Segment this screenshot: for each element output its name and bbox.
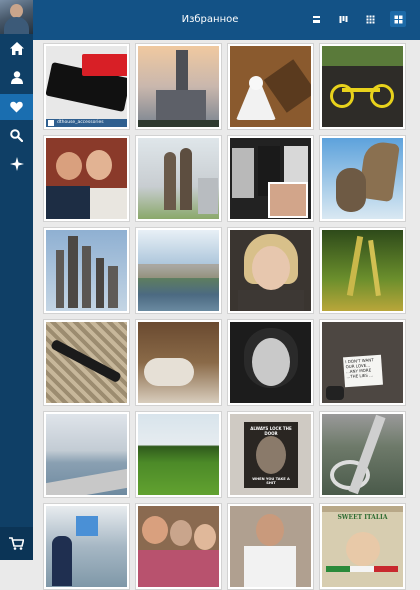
photo-girls-toy: [138, 506, 219, 587]
heart-icon: [10, 101, 23, 113]
photo-tile[interactable]: [43, 319, 130, 406]
photo-tile[interactable]: [135, 227, 222, 314]
photo-waterfront: [46, 414, 127, 495]
photo-yellow-bike: [322, 46, 403, 127]
photo-beach-people: [46, 506, 127, 587]
photo-tile[interactable]: [319, 227, 406, 314]
photo-tile[interactable]: [43, 411, 130, 498]
tin-text: SWEET ITALIA: [337, 514, 388, 521]
photo-people-event: [230, 138, 311, 219]
sidebar-item-explore[interactable]: [0, 151, 33, 177]
sidebar-item-profile[interactable]: [0, 64, 33, 90]
photo-city-view: [138, 230, 219, 311]
photo-tile[interactable]: [43, 135, 130, 222]
photo-caption: dthouse_accessories: [46, 119, 127, 127]
view-grid-small-button[interactable]: [362, 11, 378, 27]
photo-tile[interactable]: [43, 227, 130, 314]
photo-green-field: [138, 414, 219, 495]
photo-tile[interactable]: [135, 43, 222, 130]
photo-note-on-wall: I DON'T WANT OUR LOVE... ...ANY MORE ...…: [322, 322, 403, 403]
photo-tile[interactable]: [135, 503, 222, 590]
photo-bw-portrait: [230, 322, 311, 403]
profile-icon: [10, 70, 23, 84]
photo-tile[interactable]: [319, 411, 406, 498]
view-list-icon: [312, 15, 320, 23]
photo-tile[interactable]: [227, 43, 314, 130]
photo-tile[interactable]: [227, 227, 314, 314]
view-list-button[interactable]: [308, 11, 324, 27]
photo-grid: dthouse_accessories I DON'T WANT OUR LOV…: [33, 40, 420, 590]
photo-knife: [46, 322, 127, 403]
poster-top-text: ALWAYS LOCK THE DOOR: [250, 426, 292, 436]
photo-tile[interactable]: I DON'T WANT OUR LOVE... ...ANY MORE ...…: [319, 319, 406, 406]
photo-couple-selfie: [46, 138, 127, 219]
photo-church: [138, 46, 219, 127]
photo-tile[interactable]: [227, 319, 314, 406]
photo-poster: ALWAYS LOCK THE DOOR WHEN YOU TAKE A SHI…: [230, 414, 311, 495]
sidebar-item-favorites[interactable]: [0, 94, 33, 120]
view-grid-large-icon: [394, 15, 402, 23]
photo-phone-case: dthouse_accessories: [46, 46, 127, 127]
explore-icon: [9, 157, 24, 171]
photo-tile[interactable]: [227, 503, 314, 590]
photo-tile[interactable]: [319, 43, 406, 130]
poster-bottom-text: WHEN YOU TAKE A SHIT: [252, 477, 290, 485]
photo-statues: [138, 138, 219, 219]
photo-tile[interactable]: [319, 135, 406, 222]
view-grid-large-button[interactable]: [390, 11, 406, 27]
photo-tile[interactable]: SWEET ITALIA: [319, 503, 406, 590]
photo-tile[interactable]: [227, 135, 314, 222]
sidebar-item-search[interactable]: [0, 122, 33, 148]
home-icon: [9, 41, 24, 55]
photo-shuttlecock: [230, 46, 311, 127]
sidebar-item-home[interactable]: [0, 35, 33, 61]
photo-library-pillow: [138, 322, 219, 403]
photo-note-text: I DON'T WANT OUR LOVE... ...ANY MORE ...…: [342, 354, 384, 388]
photo-tile[interactable]: dthouse_accessories: [43, 43, 130, 130]
photo-tile[interactable]: [135, 319, 222, 406]
avatar-head: [10, 4, 23, 18]
photo-angel-statue: [322, 138, 403, 219]
photo-plants: [322, 230, 403, 311]
page-title: Избранное: [181, 14, 239, 25]
view-columns-button[interactable]: [335, 11, 351, 27]
avatar-body: [4, 17, 29, 34]
photo-italia-tin: SWEET ITALIA: [322, 506, 403, 587]
photo-tile[interactable]: [135, 411, 222, 498]
photo-tile[interactable]: [43, 503, 130, 590]
photo-monument: [46, 230, 127, 311]
cart-button[interactable]: [0, 527, 33, 560]
photo-highway: [322, 414, 403, 495]
photo-tile[interactable]: [135, 135, 222, 222]
photo-tile[interactable]: ALWAYS LOCK THE DOOR WHEN YOU TAKE A SHI…: [227, 411, 314, 498]
avatar[interactable]: [0, 0, 33, 34]
view-grid-small-icon: [366, 15, 374, 23]
search-icon: [10, 128, 23, 142]
photo-blonde-portrait: [230, 230, 311, 311]
cart-icon: [9, 537, 24, 550]
photo-man-shirt: [230, 506, 311, 587]
view-columns-icon: [339, 15, 347, 23]
